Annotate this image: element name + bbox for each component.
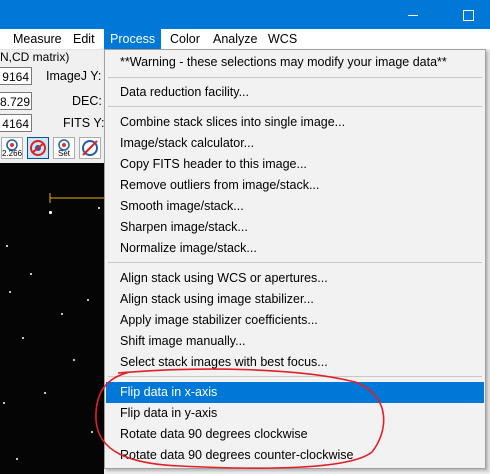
star [87,299,89,301]
menu-measure[interactable]: Measure [7,29,68,49]
star [44,392,46,394]
menu-bar: Measure Edit Process Color Analyze WCS [0,29,490,50]
zoom-button[interactable]: 2.266 [1,137,23,159]
dec-label: DEC: [72,94,102,108]
menu-edit[interactable]: Edit [67,29,101,49]
minimize-button[interactable] [393,0,433,29]
set-button[interactable]: Set [53,137,75,159]
menu-item-rotate-cw[interactable]: Rotate data 90 degrees clockwise [106,424,484,445]
menu-separator [108,376,482,377]
menu-item-best-focus[interactable]: Select stack images with best focus... [106,352,484,373]
menu-separator [108,106,482,107]
scale-bar [49,193,104,203]
menu-item-copy-fits-header[interactable]: Copy FITS header to this image... [106,154,484,175]
star [73,359,75,361]
star [9,291,11,293]
menu-color[interactable]: Color [164,29,206,49]
menu-item-sharpen[interactable]: Sharpen image/stack... [106,217,484,238]
menu-item-flip-x[interactable]: Flip data in x-axis [106,382,484,403]
menu-item-rotate-ccw[interactable]: Rotate data 90 degrees counter-clockwise [106,445,484,466]
star [6,245,8,247]
menu-item-align-stabilizer[interactable]: Align stack using image stabilizer... [106,289,484,310]
ra-field[interactable]: 8.729 [0,92,32,110]
maximize-icon [462,9,474,21]
warning-item: **Warning - these selections may modify … [120,55,447,69]
menu-item-smooth[interactable]: Smooth image/stack... [106,196,484,217]
menu-item-shift-image[interactable]: Shift image manually... [106,331,484,352]
star [3,402,5,404]
imagej-y-label: ImageJ Y: [46,69,102,83]
menu-wcs[interactable]: WCS [262,29,303,49]
menu-item-remove-outliers[interactable]: Remove outliers from image/stack... [106,175,484,196]
menu-separator [108,77,482,78]
matrix-subheader: N,CD matrix) [0,50,70,64]
menu-item-align-wcs[interactable]: Align stack using WCS or apertures... [106,268,484,289]
process-menu: **Warning - these selections may modify … [104,49,486,469]
menu-item-flip-y[interactable]: Flip data in y-axis [106,403,484,424]
menu-item-apply-stabilizer[interactable]: Apply image stabilizer coefficients... [106,310,484,331]
set-label: Set [57,149,70,158]
window-edge [486,49,490,474]
star [91,431,93,433]
menu-item-calculator[interactable]: Image/stack calculator... [106,133,484,154]
star [30,273,32,275]
star [16,458,18,460]
image-canvas[interactable] [0,163,104,474]
maximize-button[interactable] [448,0,488,29]
menu-process[interactable]: Process [104,29,162,49]
coord-x-field[interactable]: 9164 [0,67,32,85]
menu-separator [108,262,482,263]
menu-analyze[interactable]: Analyze [207,29,263,49]
no-target-button[interactable] [27,137,49,159]
menu-item-normalize[interactable]: Normalize image/stack... [106,238,484,259]
no-target-icon [30,140,46,156]
star [61,313,63,315]
star [22,337,24,339]
menu-item-combine-stack[interactable]: Combine stack slices into single image..… [106,112,484,133]
zoom-value-label: 2.266 [2,149,23,158]
minimize-icon [408,14,418,16]
clear-button[interactable] [79,137,101,159]
title-bar [0,0,490,29]
star [98,207,100,209]
fits-x-field[interactable]: 4164 [0,114,32,132]
clear-icon [82,140,98,156]
menu-item-data-reduction[interactable]: Data reduction facility... [106,82,484,103]
star [49,211,52,214]
fits-y-label: FITS Y: [63,116,105,130]
